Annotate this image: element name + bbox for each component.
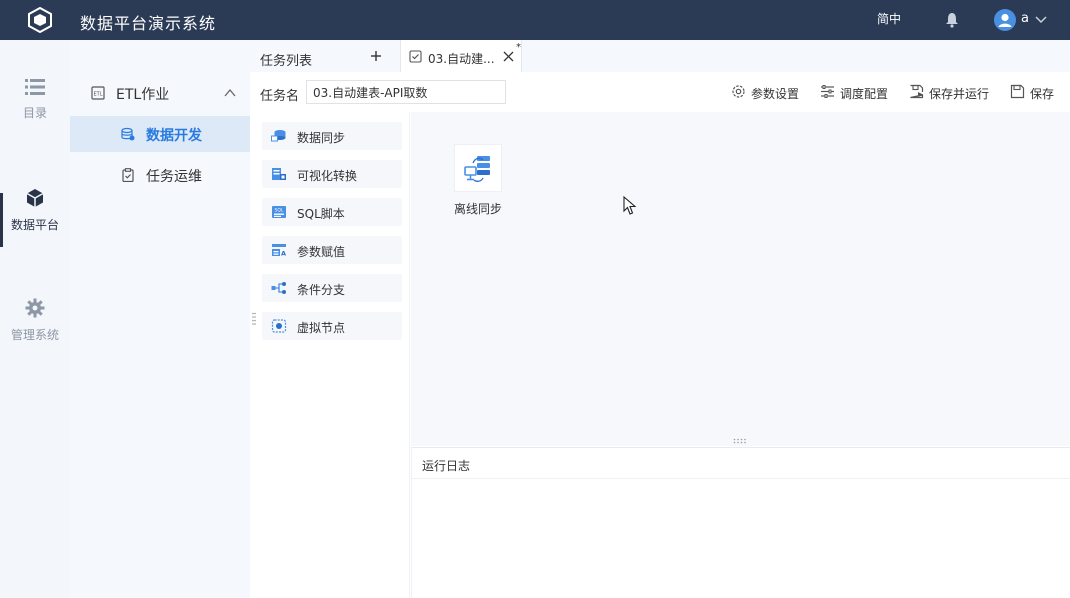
tab-active-task[interactable]: 03.自动建... * — [400, 40, 522, 72]
tab-task-list[interactable]: 任务列表 — [250, 40, 400, 72]
canvas-node-offline-sync[interactable] — [454, 144, 502, 192]
tab-task-list-label: 任务列表 — [260, 54, 313, 69]
username[interactable]: a — [1021, 11, 1029, 26]
left-rail: 目录 数据平台 管理系统 — [0, 40, 70, 598]
sql-icon: SQL — [272, 206, 286, 218]
sidebar-item-task-ops[interactable]: 任务运维 — [70, 157, 250, 193]
palette-item-label: 虚拟节点 — [297, 321, 346, 335]
rail-label: 目录 — [22, 106, 47, 120]
sidebar: ETL ETL作业 数据开发 任务运维 — [70, 40, 250, 598]
logo-icon — [28, 7, 52, 33]
param-settings-label: 参数设置 — [751, 87, 800, 101]
rail-item-catalog[interactable]: 目录 — [0, 78, 70, 148]
gear-icon — [732, 85, 745, 98]
palette-item-label: 条件分支 — [297, 283, 346, 297]
svg-text:A: A — [281, 250, 286, 258]
palette-item-branch[interactable]: 条件分支 — [262, 274, 402, 302]
task-name-label: 任务名 — [260, 89, 300, 104]
tab-active-label: 03.自动建... — [428, 52, 495, 66]
language-switch[interactable]: 简中 — [877, 10, 901, 27]
svg-text:ETL: ETL — [94, 92, 103, 98]
rail-item-admin[interactable]: 管理系统 — [0, 298, 70, 368]
palette-item-label: 可视化转换 — [297, 169, 358, 183]
run-log-panel: 运行日志 — [411, 447, 1070, 598]
sidebar-group-label: ETL作业 — [116, 87, 170, 103]
etl-icon: ETL — [91, 86, 105, 100]
sidebar-group-etl[interactable]: ETL ETL作业 — [70, 75, 250, 111]
top-bar: 数据平台演示系统 简中 a — [0, 0, 1070, 40]
unsaved-marker: * — [516, 42, 521, 53]
palette-item-label: SQL脚本 — [297, 207, 345, 221]
save-label: 保存 — [1030, 87, 1055, 101]
workflow-canvas[interactable]: 离线同步 — [411, 112, 1070, 446]
palette-item-visual-transform[interactable]: 可视化转换 — [262, 160, 402, 188]
save-and-run-label: 保存并运行 — [929, 87, 990, 101]
sliders-icon — [821, 85, 834, 98]
palette-item-param-assign[interactable]: A 参数赋值 — [262, 236, 402, 264]
canvas-node-label: 离线同步 — [454, 202, 503, 216]
save-run-icon — [910, 84, 924, 99]
mouse-cursor-icon — [623, 196, 637, 215]
save-icon — [1010, 84, 1025, 99]
chevron-up-icon[interactable] — [223, 86, 237, 100]
user-icon[interactable] — [994, 9, 1016, 31]
close-icon[interactable] — [503, 51, 514, 62]
log-resize-handle-icon[interactable] — [733, 438, 747, 444]
resize-handle-icon[interactable] — [252, 312, 256, 326]
cube-icon — [26, 189, 44, 207]
bell-icon[interactable] — [945, 12, 959, 28]
svg-text:SQL: SQL — [275, 208, 284, 214]
palette-item-sql-script[interactable]: SQL SQL脚本 — [262, 198, 402, 226]
sidebar-item-data-dev[interactable]: 数据开发 — [70, 116, 250, 152]
palette-item-data-sync[interactable]: 数据同步 — [262, 122, 402, 150]
app-title: 数据平台演示系统 — [80, 14, 217, 33]
palette-item-label: 参数赋值 — [297, 245, 346, 259]
plus-icon[interactable] — [370, 50, 382, 62]
palette-item-virtual-node[interactable]: 虚拟节点 — [262, 312, 402, 340]
palette-item-label: 数据同步 — [297, 131, 346, 145]
visual-transform-icon — [272, 168, 286, 180]
param-assign-icon: A — [272, 244, 286, 258]
list-icon — [25, 79, 45, 95]
schedule-config-label: 调度配置 — [840, 87, 889, 101]
clipboard-icon — [122, 168, 134, 182]
branch-icon — [271, 282, 286, 294]
chevron-down-icon[interactable] — [1035, 13, 1047, 25]
rail-item-data-platform[interactable]: 数据平台 — [0, 188, 70, 258]
sidebar-item-label: 任务运维 — [146, 169, 202, 185]
offline-sync-icon — [464, 156, 490, 182]
task-toolbar: 任务名 参数设置 调度配置 保存并运行 保存 — [250, 72, 1070, 112]
rail-label: 管理系统 — [10, 328, 59, 342]
run-log-header: 运行日志 — [412, 448, 1070, 479]
task-name-input[interactable] — [306, 80, 506, 104]
run-log-title: 运行日志 — [422, 459, 471, 473]
node-palette: 数据同步 可视化转换 SQL SQL脚本 A 参数赋值 条件分支 虚拟节点 — [250, 112, 410, 598]
task-check-icon — [409, 50, 422, 63]
rail-label: 数据平台 — [10, 218, 59, 232]
sidebar-item-label: 数据开发 — [146, 128, 202, 144]
tab-bar: 任务列表 03.自动建... * — [250, 40, 1070, 72]
virtual-node-icon — [271, 319, 287, 333]
database-icon — [121, 127, 135, 141]
data-sync-icon — [271, 130, 286, 142]
gear-icon — [25, 298, 45, 318]
